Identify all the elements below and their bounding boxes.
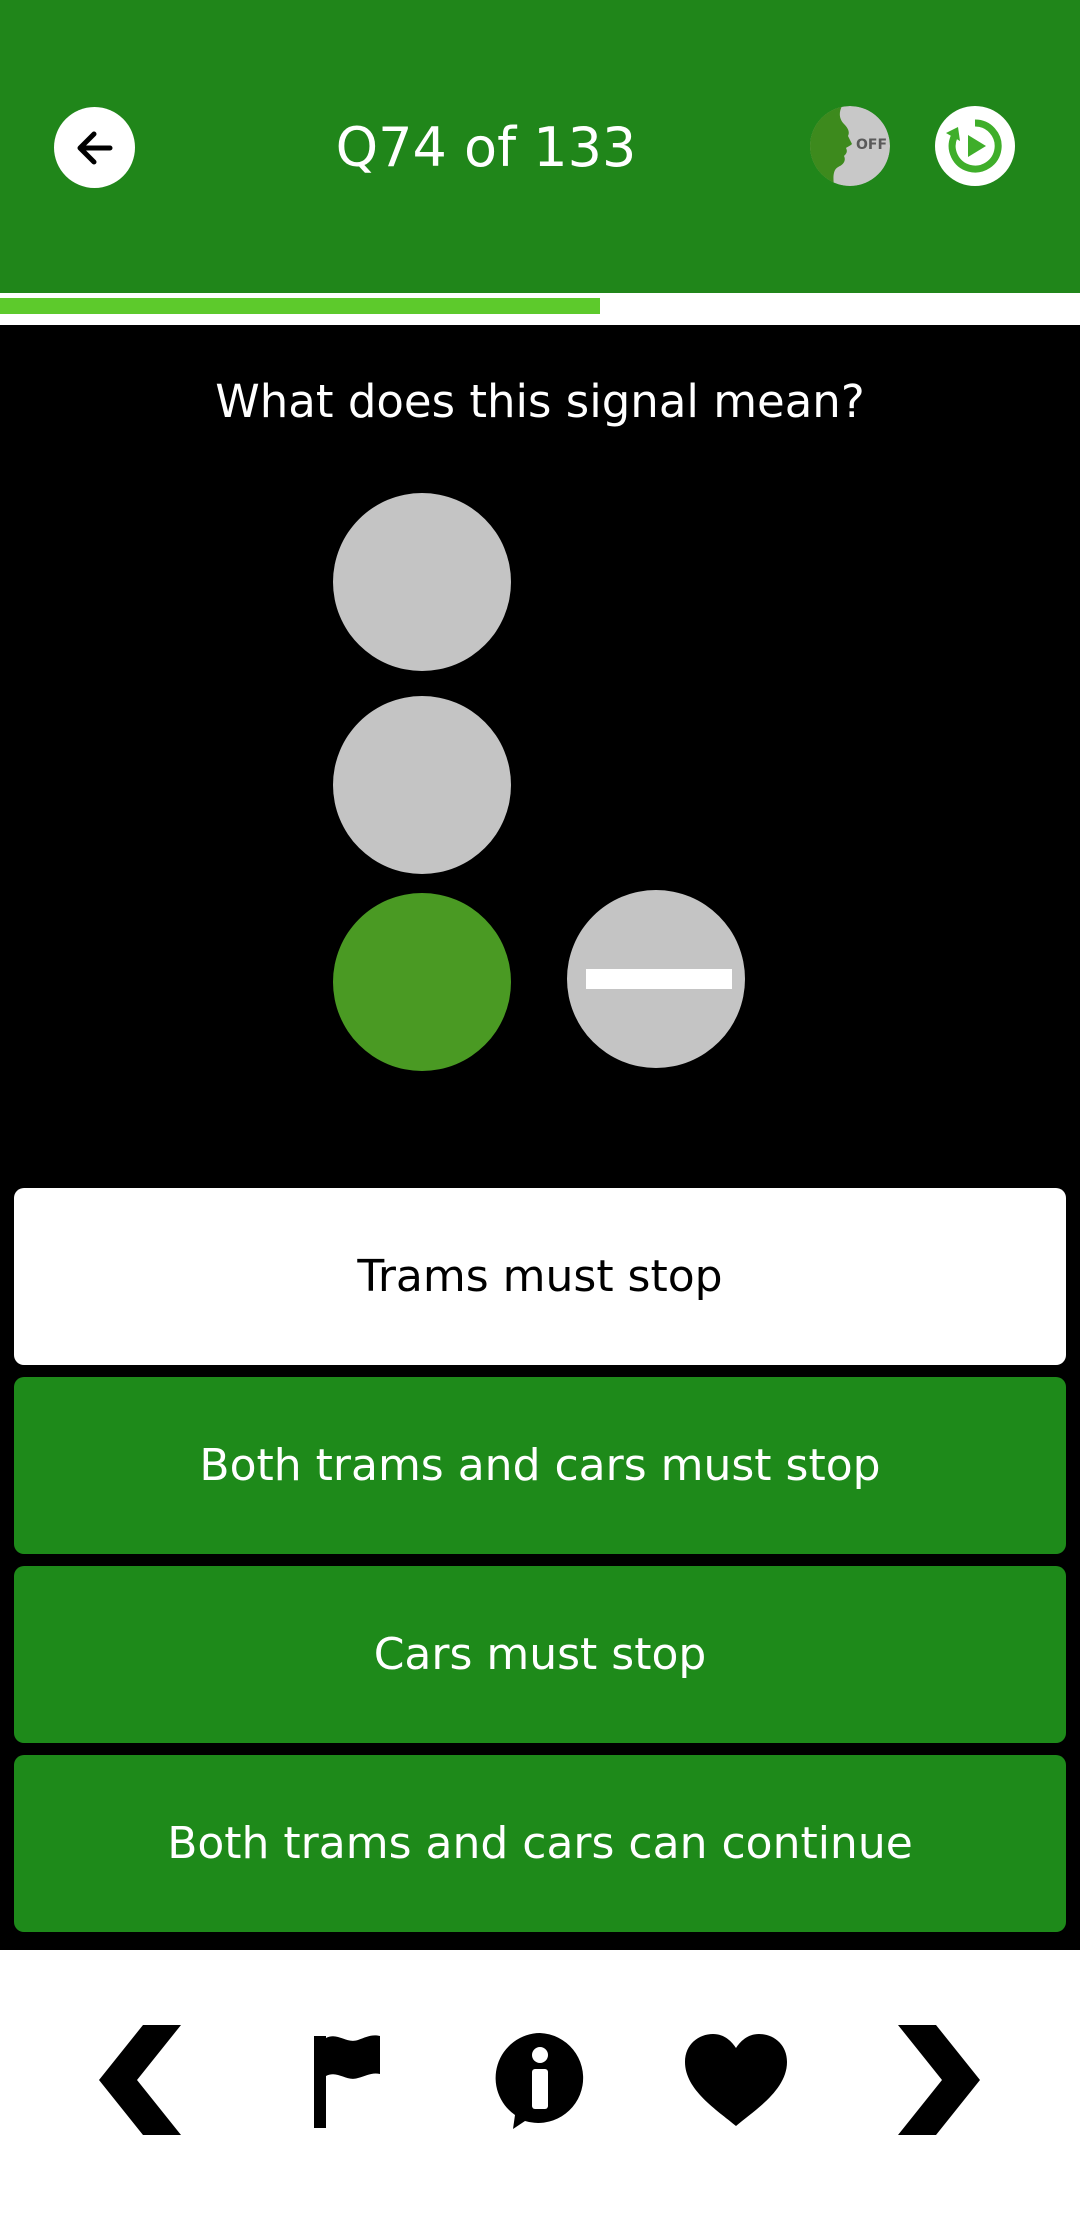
- next-question-button[interactable]: [876, 2020, 996, 2140]
- header-bar: Q74 of 133 OFF: [0, 0, 1080, 293]
- answer-option-label: Both trams and cars can continue: [167, 1818, 913, 1869]
- answer-option-3[interactable]: Cars must stop: [14, 1566, 1066, 1743]
- answer-option-label: Trams must stop: [357, 1251, 723, 1302]
- heart-icon: [685, 2034, 787, 2126]
- answer-option-1[interactable]: Trams must stop: [14, 1188, 1066, 1365]
- info-icon: [495, 2033, 584, 2129]
- favorite-button[interactable]: [676, 2020, 796, 2140]
- tram-signal-bar: [586, 969, 732, 989]
- flag-question-button[interactable]: [286, 2020, 406, 2140]
- answer-option-4[interactable]: Both trams and cars can continue: [14, 1755, 1066, 1932]
- flag-icon: [314, 2035, 380, 2128]
- progress-bar-fill: [0, 298, 601, 314]
- replay-icon: [946, 119, 1002, 173]
- previous-question-button[interactable]: [83, 2020, 203, 2140]
- information-button[interactable]: [480, 2020, 600, 2140]
- chevron-left-icon: [99, 2025, 181, 2135]
- chevron-right-icon: [898, 2025, 980, 2135]
- signal-light-top: [333, 493, 511, 671]
- progress-bar: [0, 293, 1080, 325]
- signal-light-middle: [333, 696, 511, 874]
- signal-light-bottom-green: [333, 893, 511, 1071]
- quiz-screen: Q74 of 133 OFF What does this signal mea…: [0, 0, 1080, 2220]
- restart-button[interactable]: [935, 106, 1015, 186]
- voice-off-label: OFF: [856, 137, 888, 153]
- answer-option-label: Cars must stop: [373, 1629, 707, 1680]
- answer-option-2[interactable]: Both trams and cars must stop: [14, 1377, 1066, 1554]
- answer-option-label: Both trams and cars must stop: [199, 1440, 881, 1491]
- question-text: What does this signal mean?: [215, 375, 865, 428]
- voice-toggle-button[interactable]: OFF: [810, 106, 890, 186]
- traffic-signal-illustration: [333, 493, 745, 1071]
